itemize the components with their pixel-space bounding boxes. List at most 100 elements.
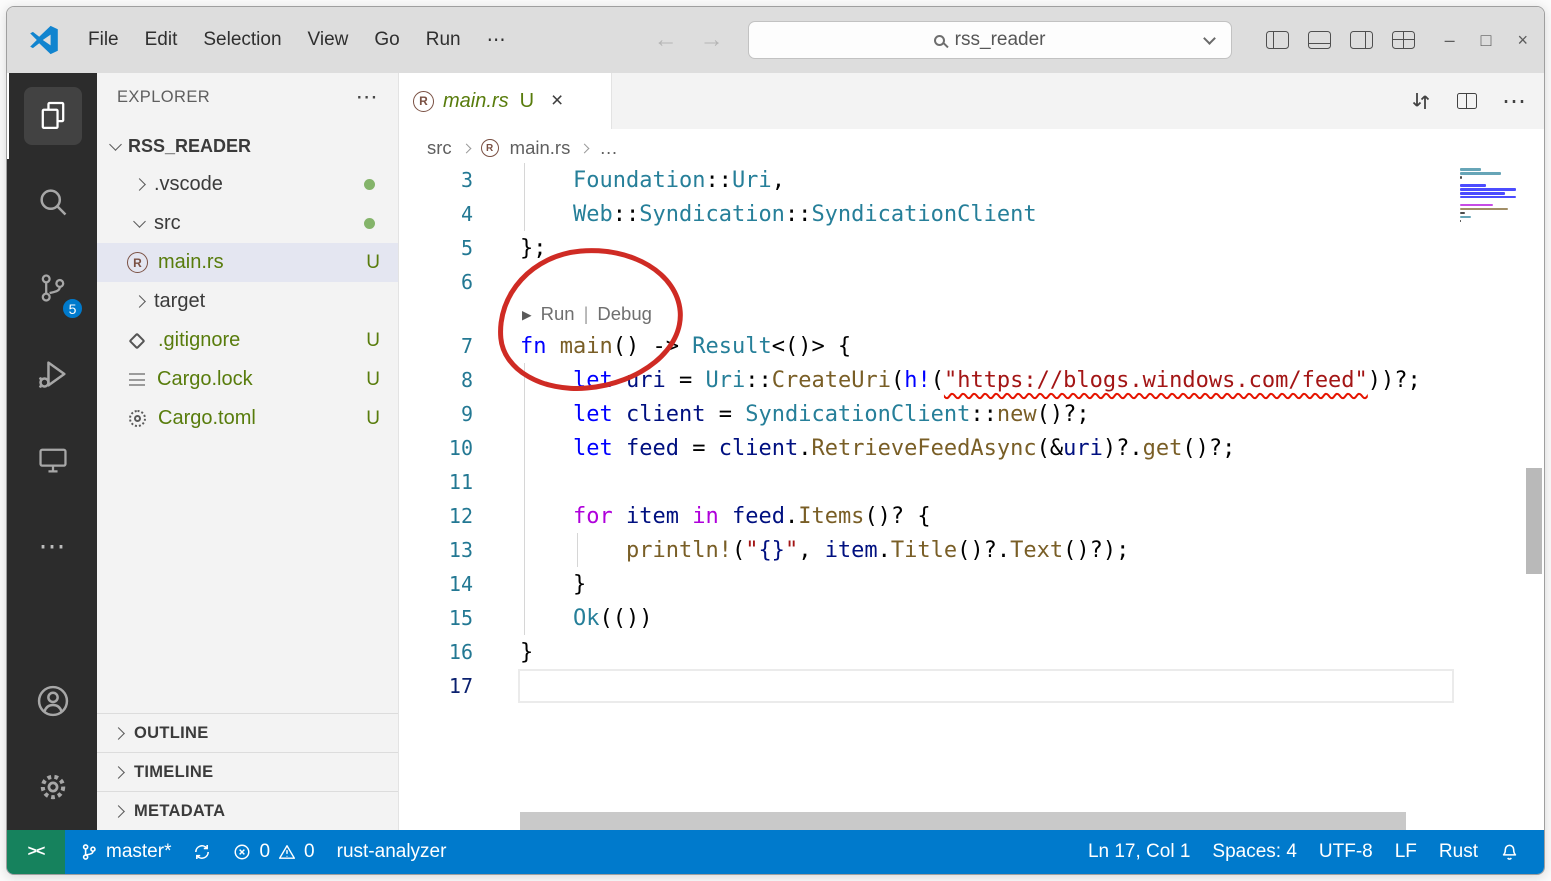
tab-main-rs[interactable]: R main.rs U × [399,73,612,129]
code-line-text[interactable]: Ok(()) [520,606,652,631]
line-number[interactable]: 9 [399,402,473,426]
menu-go[interactable]: Go [361,23,412,58]
line-number[interactable]: 16 [399,640,473,664]
tree-item-cargo-lock[interactable]: Cargo.lock U [97,360,398,399]
line-number[interactable]: 6 [399,270,473,294]
activity-more[interactable]: ⋯ [7,503,97,589]
notifications[interactable] [1489,830,1530,874]
line-number[interactable]: 7 [399,334,473,358]
line-number[interactable]: 11 [399,470,473,494]
code-line-text[interactable]: } [520,640,533,665]
line-number[interactable]: 8 [399,368,473,392]
code-line-text[interactable]: } [520,572,586,597]
back-icon[interactable]: ← [654,26,678,54]
section-timeline[interactable]: TIMELINE [97,752,398,791]
vertical-scrollbar[interactable] [1526,468,1542,574]
tree-item-label: .vscode [154,173,223,195]
menu-file[interactable]: File [75,23,132,58]
sidebar-more-icon[interactable]: ⋯ [356,84,378,110]
problems-status[interactable]: 0 0 [222,830,325,874]
editor-more-icon[interactable]: ⋯ [1502,87,1526,116]
code-line-text[interactable]: let client = SyndicationClient::new()?; [520,402,1090,427]
menu-run[interactable]: Run [413,23,474,58]
code-token: let [572,367,613,393]
window-close-icon[interactable]: × [1517,30,1528,51]
activity-run-debug[interactable] [7,331,97,417]
menu-edit[interactable]: Edit [132,23,191,58]
encoding-status[interactable]: UTF-8 [1308,830,1384,874]
branch-status[interactable]: master* [69,830,182,874]
tree-item-main-rs[interactable]: Rmain.rs U [97,243,398,282]
breadcrumb-file[interactable]: main.rs [510,137,571,159]
section-metadata[interactable]: METADATA [97,791,398,830]
code-token: :: [970,401,997,427]
tree-item-target[interactable]: target [97,282,398,321]
language-server-status[interactable]: rust-analyzer [326,830,458,874]
codelens-debug-link[interactable]: Debug [597,303,652,325]
activity-accounts[interactable] [7,658,97,744]
activity-remote-explorer[interactable] [7,417,97,503]
chevron-down-icon[interactable] [1202,32,1216,45]
tab-close-icon[interactable]: × [551,89,563,113]
code-line-text[interactable]: fn main() -> Result<()> { [520,334,851,359]
line-number[interactable]: 3 [399,168,473,192]
breadcrumb-symbol[interactable]: … [599,137,618,159]
code-line-text[interactable]: println!("{}", item.Title()?.Text()?); [520,538,1129,563]
codelens-run-link[interactable]: Run [541,303,575,325]
tree-item-gitignore[interactable]: .gitignore U [97,321,398,360]
activity-search[interactable] [7,159,97,245]
tree-root[interactable]: RSS_READER [97,127,398,165]
split-editor-icon[interactable] [1457,93,1477,109]
line-number[interactable]: 12 [399,504,473,528]
indentation-status[interactable]: Spaces: 4 [1201,830,1308,874]
menu-view[interactable]: View [295,23,362,58]
line-number[interactable]: 5 [399,236,473,260]
maximize-icon[interactable]: □ [1481,30,1492,51]
code-row-14: 14 } [399,567,1544,601]
minimap[interactable] [1460,168,1520,228]
open-changes-icon[interactable] [1410,90,1432,112]
vscode-logo-icon [29,25,59,55]
menu-more[interactable]: ⋯ [474,23,519,58]
line-number[interactable]: 14 [399,572,473,596]
line-number[interactable]: 17 [399,674,473,698]
code-line-text[interactable]: Web::Syndication::SyndicationClient [520,202,1037,227]
command-center-search[interactable]: rss_reader [747,21,1232,59]
tree-item-src[interactable]: src [97,204,398,243]
encoding-label: UTF-8 [1318,841,1373,862]
code-line-text[interactable]: Foundation::Uri, [520,168,785,193]
line-number[interactable]: 15 [399,606,473,630]
line-number[interactable]: 13 [399,538,473,562]
customize-layout-icon[interactable] [1391,31,1415,49]
code-line-text[interactable]: let feed = client.RetrieveFeedAsync(&uri… [520,436,1235,461]
menu-selection[interactable]: Selection [190,23,294,58]
cursor-position[interactable]: Ln 17, Col 1 [1077,830,1201,874]
code-area[interactable]: 3 Foundation::Uri,4 Web::Syndication::Sy… [399,163,1544,703]
eol-status[interactable]: LF [1384,830,1428,874]
toggle-secondary-sidebar-icon[interactable] [1349,31,1373,49]
tree-item-vscode[interactable]: .vscode [97,165,398,204]
activity-bar: 5 ⋯ [7,73,97,830]
toggle-sidebar-icon[interactable] [1265,31,1289,49]
sync-status[interactable] [182,830,222,874]
code-line-text[interactable]: for item in feed.Items()? { [520,504,931,529]
remote-indicator[interactable]: >< [7,830,65,874]
horizontal-scrollbar[interactable] [520,812,1406,830]
code-line-text[interactable]: }; [520,236,547,261]
breadcrumb-folder[interactable]: src [427,137,452,159]
line-number[interactable]: 4 [399,202,473,226]
code-line-text[interactable]: let uri = Uri::CreateUri(h!("https://blo… [520,368,1421,393]
activity-settings[interactable] [7,744,97,830]
activity-source-control[interactable]: 5 [7,245,97,331]
section-outline[interactable]: OUTLINE [97,713,398,752]
toggle-panel-icon[interactable] [1307,31,1331,49]
forward-icon[interactable]: → [700,26,724,54]
cursor-position-label: Ln 17, Col 1 [1087,841,1191,862]
activity-explorer[interactable] [7,73,97,159]
minimize-icon[interactable]: – [1445,30,1455,51]
language-mode[interactable]: Rust [1428,830,1489,874]
line-number[interactable]: 10 [399,436,473,460]
tree-item-cargo-toml[interactable]: Cargo.toml U [97,399,398,438]
